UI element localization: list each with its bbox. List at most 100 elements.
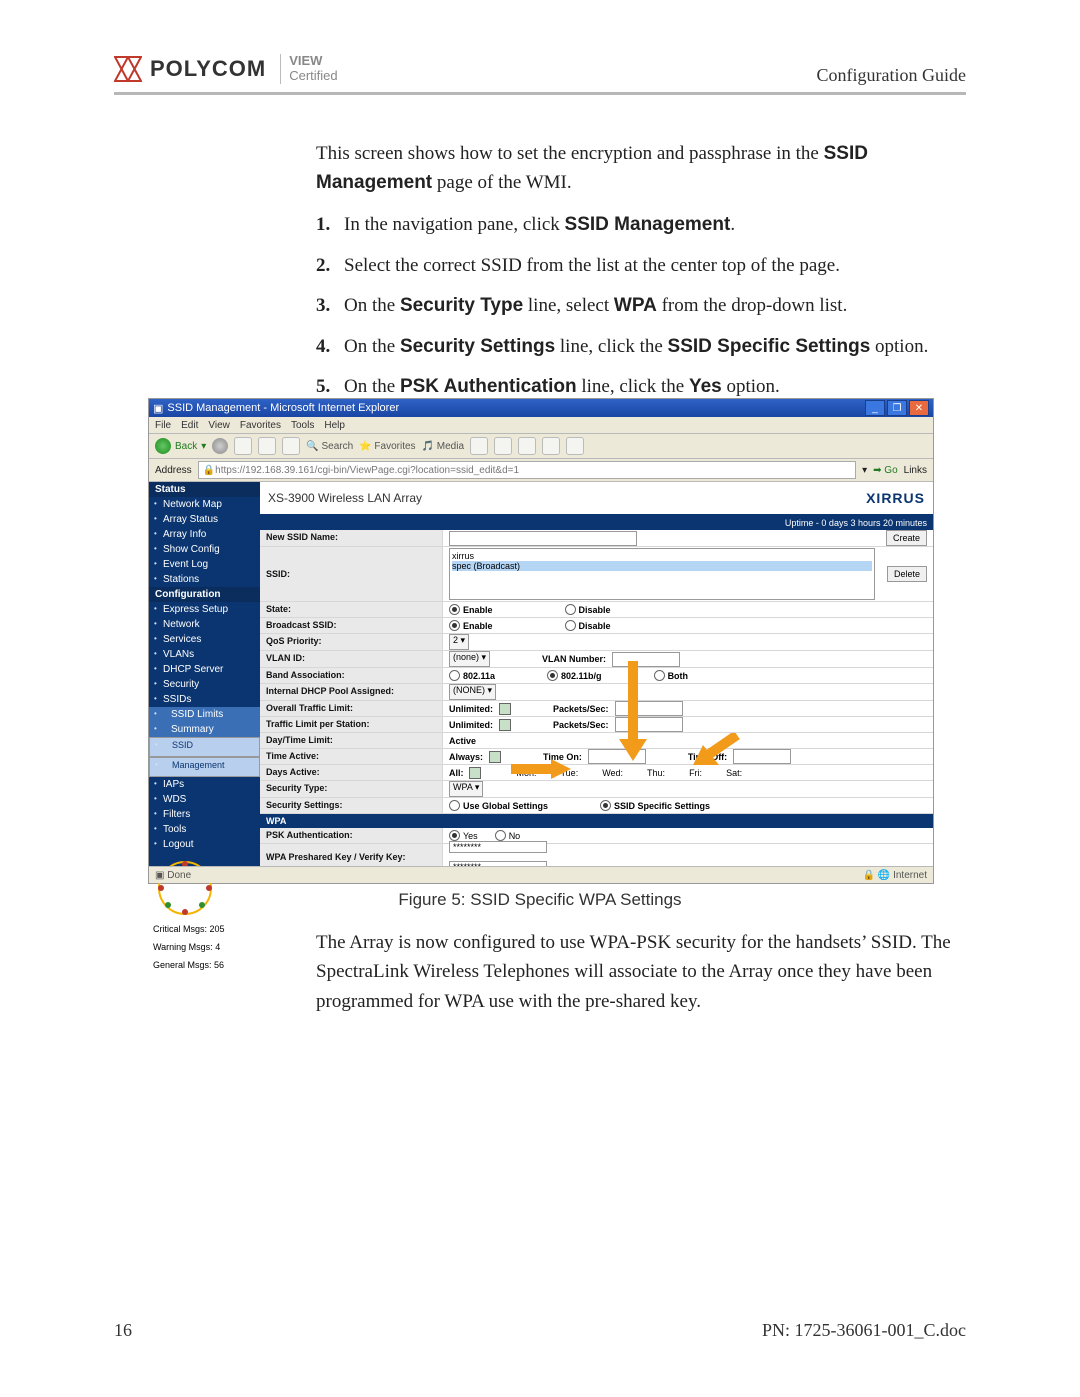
favorites-button[interactable]: ⭐ Favorites [359,441,415,452]
window-minimize-button[interactable]: _ [865,400,885,416]
after-paragraph: The Array is now configured to use WPA-P… [316,928,966,1016]
address-label: Address [155,465,192,476]
nav-ssid-limits[interactable]: SSID Limits [149,707,260,722]
lbl-vlan-number: VLAN Number: [542,654,606,664]
chk-tlps-unl[interactable] [499,719,511,731]
lbl-dtl: Day/Time Limit: [260,733,443,748]
critical-msgs: Critical Msgs: 205 [149,922,260,936]
input-vlan-number[interactable] [612,652,680,667]
forward-button[interactable] [212,438,228,454]
window-titlebar: ▣ SSID Management - Microsoft Internet E… [149,399,933,417]
menu-file[interactable]: File [155,420,171,431]
chk-always[interactable] [489,751,501,763]
radio-band-a[interactable]: 802.11a [449,670,495,681]
step-2: 2.Select the correct SSID from the list … [344,252,966,281]
chk-otl-unl[interactable] [499,703,511,715]
input-new-ssid[interactable] [449,531,637,546]
nav-event-log[interactable]: Event Log [149,557,260,572]
address-input[interactable]: 🔒 https://192.168.39.161/cgi-bin/ViewPag… [198,461,856,479]
nav-array-status[interactable]: Array Status [149,512,260,527]
nav-ssids[interactable]: SSIDs [149,692,260,707]
nav-ssid-summary[interactable]: Summary [149,722,260,737]
delete-button[interactable]: Delete [887,566,927,582]
screenshot-ie-window: ▣ SSID Management - Microsoft Internet E… [148,398,934,884]
brand-sub1: VIEW [289,54,337,69]
lbl-state: State: [260,602,443,617]
nav-dhcp[interactable]: DHCP Server [149,662,260,677]
window-restore-button[interactable]: ❐ [887,400,907,416]
lbl-sectype: Security Type: [260,781,443,797]
search-button[interactable]: 🔍 Search [306,441,353,452]
lbl-bcast: Broadcast SSID: [260,618,443,633]
nav-security[interactable]: Security [149,677,260,692]
nav-wds[interactable]: WDS [149,792,260,807]
input-time-on[interactable] [588,749,646,764]
input-time-off[interactable] [733,749,791,764]
refresh-icon[interactable] [258,437,276,455]
nav-network-map[interactable]: Network Map [149,497,260,512]
radio-psk-no[interactable]: No [495,830,521,841]
nav-iaps[interactable]: IAPs [149,777,260,792]
ssid-listbox[interactable]: xirrusspec (Broadcast) [449,548,875,600]
stop-icon[interactable] [234,437,252,455]
lbl-psk: PSK Authentication: [260,828,443,843]
nav-services[interactable]: Services [149,632,260,647]
lbl-otl: Overall Traffic Limit: [260,701,443,716]
mail-icon[interactable] [494,437,512,455]
menu-view[interactable]: View [208,420,230,431]
nav-stations[interactable]: Stations [149,572,260,587]
nav-logout[interactable]: Logout [149,837,260,852]
menu-help[interactable]: Help [324,420,345,431]
select-qos[interactable]: 2 ▾ [449,634,469,650]
edit-icon[interactable] [542,437,560,455]
nav-tools[interactable]: Tools [149,822,260,837]
nav-ssid-ssid[interactable]: SSID [149,737,260,757]
radio-state-disable[interactable]: Disable [565,604,611,615]
nav-show-config[interactable]: Show Config [149,542,260,557]
home-icon[interactable] [282,437,300,455]
nav-filters[interactable]: Filters [149,807,260,822]
chk-all-days[interactable] [469,767,481,779]
print-icon[interactable] [518,437,536,455]
radio-band-bg[interactable]: 802.11b/g [547,670,602,681]
discuss-icon[interactable] [566,437,584,455]
input-tlps-pps[interactable] [615,717,683,732]
step-4: 4.On the Security Settings line, click t… [344,333,966,362]
select-security-type[interactable]: WPA ▾ [449,781,483,797]
lbl-vlan: VLAN ID: [260,651,443,667]
forward-arrow-icon [212,438,228,454]
step-3: 3.On the Security Type line, select WPA … [344,292,966,321]
lbl-new-ssid: New SSID Name: [260,530,443,546]
menu-bar: File Edit View Favorites Tools Help [149,417,933,434]
nav-express-setup[interactable]: Express Setup [149,602,260,617]
radio-psk-yes[interactable]: Yes [449,830,478,841]
history-icon[interactable] [470,437,488,455]
back-button[interactable]: Back ▾ [155,438,206,454]
nav-sidebar: Status Network Map Array Status Array In… [149,482,260,870]
radio-global-settings[interactable]: Use Global Settings [449,800,548,811]
radio-bcast-disable[interactable]: Disable [565,620,611,631]
nav-array-info[interactable]: Array Info [149,527,260,542]
create-button[interactable]: Create [886,530,927,546]
nav-vlans[interactable]: VLANs [149,647,260,662]
menu-tools[interactable]: Tools [291,420,314,431]
nav-ssid-mgmt[interactable]: Management [149,757,260,777]
status-internet-zone: 🔒 🌐 Internet [863,870,927,881]
radio-state-enable[interactable]: Enable [449,604,493,615]
header-right: Configuration Guide [817,65,966,86]
radio-bcast-enable[interactable]: Enable [449,620,493,631]
media-button[interactable]: 🎵 Media [422,441,464,452]
input-psk-key[interactable] [449,841,547,853]
wpa-band: WPA [260,814,933,828]
radio-band-both[interactable]: Both [654,670,689,681]
nav-network[interactable]: Network [149,617,260,632]
go-button[interactable]: ➡ Go [873,465,898,476]
select-vlan[interactable]: (none) ▾ [449,651,490,667]
select-dhcp[interactable]: (NONE) ▾ [449,684,496,700]
main-title: XS-3900 Wireless LAN Array [268,491,422,505]
menu-edit[interactable]: Edit [181,420,198,431]
radio-ssid-specific[interactable]: SSID Specific Settings [600,800,710,811]
menu-fav[interactable]: Favorites [240,420,281,431]
input-otl-pps[interactable] [615,701,683,716]
window-close-button[interactable]: ✕ [909,400,929,416]
